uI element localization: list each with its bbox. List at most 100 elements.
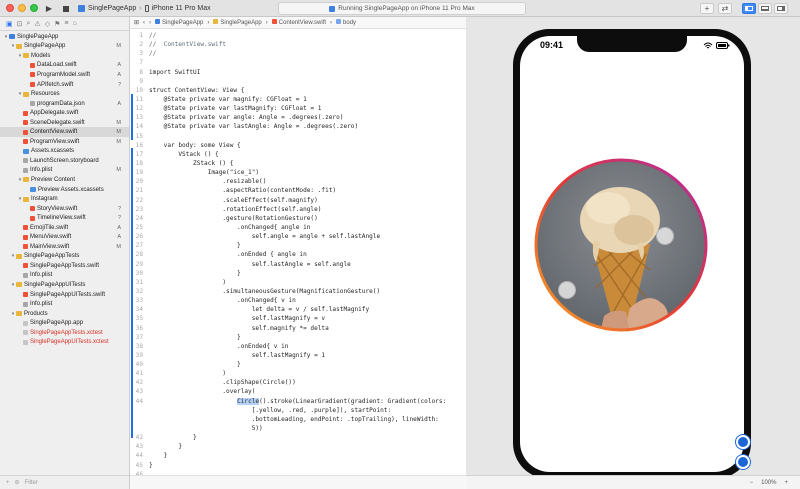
preview-control-button[interactable] <box>736 435 750 449</box>
navigator-row[interactable]: ▾ Models <box>0 51 129 61</box>
navigator-row[interactable]: ▾ Resources <box>0 89 129 99</box>
plus-icon[interactable]: + <box>6 480 10 486</box>
code-text: 5)) <box>149 425 263 433</box>
navigator-row-label: SceneDelegate.swift <box>30 119 85 126</box>
line-number: 23 <box>135 205 143 213</box>
code-line: 17 VStack () { <box>130 150 466 159</box>
stop-button[interactable] <box>60 2 72 15</box>
navigator-row[interactable]: StoryView.swift? <box>0 204 129 214</box>
code-line: .bottomLeading, endPoint: .topTrailing),… <box>130 415 466 424</box>
navigator-row[interactable]: ▾ SinglePageAppUITests <box>0 280 129 290</box>
navigator-row[interactable]: SinglePageAppUITests.swift <box>0 290 129 300</box>
navigator-tab-icon[interactable]: ≡ <box>64 20 68 27</box>
scheme-device-label: iPhone 11 Pro Max <box>151 5 211 12</box>
navigator-tab-icon[interactable]: ◇ <box>45 20 50 28</box>
line-number <box>130 424 149 433</box>
navigator-row[interactable]: APIfetch.swift? <box>0 80 129 90</box>
navigator-row[interactable]: SinglePageApp.app <box>0 318 129 328</box>
navigator-row[interactable]: LaunchScreen.storyboard <box>0 156 129 166</box>
library-button[interactable]: + <box>700 3 714 14</box>
navigator-row[interactable]: MenuView.swift A <box>0 232 129 242</box>
navigator-row[interactable]: ProgramModel.swift A <box>0 70 129 80</box>
status-text: Running SinglePageApp on iPhone 11 Pro M… <box>338 5 475 12</box>
code-line: 28 .onEnded { angle in <box>130 250 466 259</box>
zoom-in-icon[interactable]: + <box>784 480 788 486</box>
related-items-icon[interactable]: ⊞ <box>134 19 139 26</box>
source-control-status: A <box>117 234 121 241</box>
navigator-tab-icon[interactable]: ⌂ <box>72 20 76 27</box>
swift-file-icon <box>23 120 28 126</box>
zoom-window-button[interactable] <box>30 4 38 12</box>
navigator-row[interactable]: EmojiTile.swift A <box>0 223 129 233</box>
close-window-button[interactable] <box>6 4 14 12</box>
navigator-row[interactable]: programData.json A <box>0 99 129 109</box>
navigator-row[interactable]: SinglePageAppTests.swift <box>0 261 129 271</box>
line-number: 19 <box>135 169 143 177</box>
code-review-button[interactable]: ⇄ <box>718 3 732 14</box>
code-text: } <box>149 434 197 442</box>
navigator-row[interactable]: ▾ Products <box>0 309 129 319</box>
line-number: 22 <box>135 196 143 204</box>
minimize-window-button[interactable] <box>18 4 26 12</box>
swift-file-icon <box>30 72 35 78</box>
breadcrumb-project[interactable]: SinglePageApp <box>155 19 203 26</box>
run-button[interactable]: ▶ <box>43 2 55 15</box>
breadcrumb-group[interactable]: SinglePageApp <box>213 19 262 26</box>
toggle-inspector-button[interactable] <box>774 3 788 14</box>
navigator-tab-icon[interactable]: ⊡ <box>17 20 23 28</box>
ice-cream-photo[interactable] <box>534 158 708 332</box>
device-screen[interactable]: 09:41 <box>520 36 744 472</box>
navigator-row[interactable]: Info.plist <box>0 299 129 309</box>
code-line: 2 // ContentView.swift <box>130 40 466 49</box>
navigator-row[interactable]: ▾ Instagram <box>0 194 129 204</box>
navigator-row[interactable]: DataLoad.swift A <box>0 61 129 71</box>
navigator-tab-icon[interactable]: ⚠ <box>34 20 40 28</box>
code-text: .scaleEffect(self.magnify) <box>149 196 318 204</box>
back-icon[interactable]: ‹ <box>143 20 145 26</box>
navigator-tab-icon[interactable]: ⚑ <box>54 20 60 28</box>
breadcrumb-file[interactable]: ContentView.swift <box>271 19 327 26</box>
filter-input[interactable]: Filter <box>25 480 38 486</box>
breadcrumb-symbol[interactable]: body <box>336 19 356 26</box>
source-control-status: ? <box>117 81 121 88</box>
code-line: 40 } <box>130 360 466 369</box>
gesture-touch-point[interactable] <box>558 281 576 299</box>
navigator-tab-icon[interactable]: ▣ <box>6 20 13 28</box>
code-text: } <box>149 452 168 460</box>
navigator-row[interactable]: ▾ SinglePageAppTests <box>0 252 129 262</box>
code-line: 10 struct ContentView: View { <box>130 86 466 95</box>
code-text: @State private var lastAngle: Angle = .d… <box>149 123 359 131</box>
toggle-debug-button[interactable] <box>758 3 772 14</box>
navigator-tab-icon[interactable]: ⌕ <box>27 20 31 28</box>
breadcrumb-label: ContentView.swift <box>278 20 327 26</box>
forward-icon[interactable]: › <box>149 20 151 26</box>
navigator-row[interactable]: ▾ SinglePageApp <box>0 32 129 42</box>
code-area[interactable]: 1 // 2 // ContentView.swift 3 // 7 8 import Swif… <box>130 31 466 489</box>
navigator-row[interactable]: ProgramView.swift M <box>0 137 129 147</box>
navigator-row[interactable]: ▾ SinglePageApp M <box>0 42 129 52</box>
navigator-row[interactable]: ContentView.swift M <box>0 127 129 138</box>
navigator-row[interactable]: Preview Assets.xcassets <box>0 185 129 195</box>
line-number: 30 <box>135 269 143 277</box>
zoom-out-icon[interactable]: − <box>750 480 754 486</box>
gesture-touch-point[interactable] <box>656 227 674 245</box>
navigator-row[interactable]: MainView.swift M <box>0 242 129 252</box>
preview-canvas: 09:41 − 100% + <box>466 17 800 489</box>
navigator-row[interactable]: TimelineView.swift? <box>0 213 129 223</box>
chevron-right-icon: › <box>265 19 268 26</box>
navigator-row[interactable]: SinglePageAppUITests.xctest <box>0 338 129 348</box>
navigator-row[interactable]: SceneDelegate.swift M <box>0 118 129 128</box>
toggle-navigator-button[interactable] <box>742 3 756 14</box>
navigator-row[interactable]: Info.plist M <box>0 166 129 176</box>
code-text: import SwiftUI <box>149 68 201 76</box>
navigator-row[interactable]: Assets.xcassets <box>0 147 129 157</box>
navigator-row[interactable]: SinglePageAppTests.xctest <box>0 328 129 338</box>
scheme-selector[interactable]: SinglePageApp › iPhone 11 Pro Max <box>78 3 211 14</box>
navigator-row[interactable]: ▾ Preview Content <box>0 175 129 185</box>
code-line: 27 } <box>130 241 466 250</box>
navigator-row[interactable]: Info.plist <box>0 271 129 281</box>
source-editor: ⊞ ‹ › SinglePageApp › SinglePageApp › Co… <box>130 17 466 489</box>
navigator-row[interactable]: AppDelegate.swift <box>0 108 129 118</box>
navigator-row-label: StoryView.swift <box>37 205 78 212</box>
preview-control-button[interactable] <box>736 455 750 469</box>
